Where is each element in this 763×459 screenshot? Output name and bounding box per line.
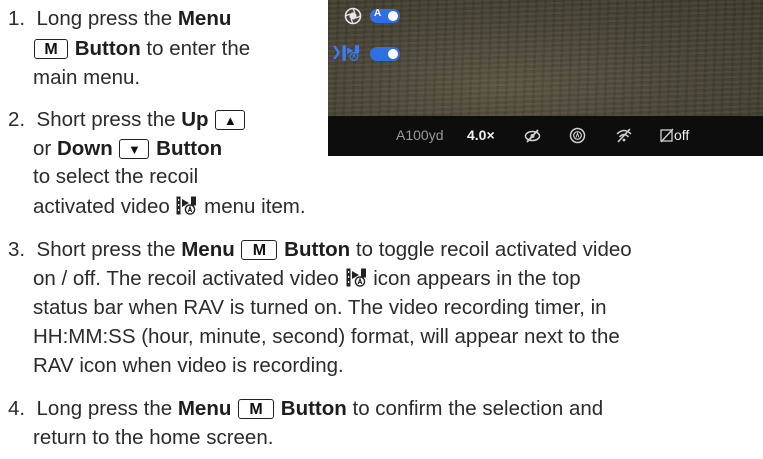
status-bar: A100yd 4.0× off <box>328 116 763 156</box>
step-3-line-2: on / off. The recoil activated video ico… <box>33 267 581 290</box>
step-2-line-1: 2. Short press the Up ▲ <box>8 106 246 133</box>
selection-caret-icon: ❯ <box>331 44 342 59</box>
recoil-video-menu-icon <box>342 45 360 61</box>
step-3-line-5: RAV icon when video is recording. <box>33 354 344 377</box>
step-3-line-3: status bar when RAV is turned on. The vi… <box>33 296 607 319</box>
step-2-line-2: or Down ▼ Button <box>33 137 223 160</box>
step-2-line-4: activated video menu item. <box>33 195 306 218</box>
device-screen: A ❯ A100yd 4.0× off <box>328 0 763 156</box>
step-2-line-3: to select the recoil <box>33 165 199 188</box>
step-1-line-1: 1. Long press the Menu <box>8 7 232 30</box>
recoil-video-icon <box>176 196 197 215</box>
step-4-line-1: 4. Long press the Menu M Button to confi… <box>8 397 604 420</box>
step-1-line-2: M Button to enter the <box>33 35 250 62</box>
menu-key-icon: M <box>241 240 278 260</box>
down-key-icon: ▼ <box>119 139 150 159</box>
zoom-readout: 4.0× <box>467 127 495 143</box>
rav-toggle[interactable] <box>370 47 400 61</box>
step-3-line-1: 3. Short press the Menu M Button to togg… <box>8 238 632 261</box>
visibility-off-icon <box>524 129 541 143</box>
wifi-off-icon <box>616 128 632 143</box>
up-key-icon: ▲ <box>215 110 246 130</box>
recording-off-icon <box>660 128 674 143</box>
auto-brightness-icon <box>344 7 362 25</box>
auto-mode-icon <box>569 127 586 144</box>
step-4-line-2: return to the home screen. <box>33 426 274 449</box>
menu-key-icon: M <box>34 39 68 59</box>
range-readout: A100yd <box>396 127 444 143</box>
recoil-video-icon <box>346 268 366 287</box>
step-3-line-4: HH:MM:SS (hour, minute, second) format, … <box>33 325 620 348</box>
menu-key-icon: M <box>238 399 275 419</box>
step-1-line-3: main menu. <box>33 66 141 89</box>
recording-off-label: off <box>674 127 690 143</box>
auto-toggle[interactable]: A <box>370 8 400 23</box>
